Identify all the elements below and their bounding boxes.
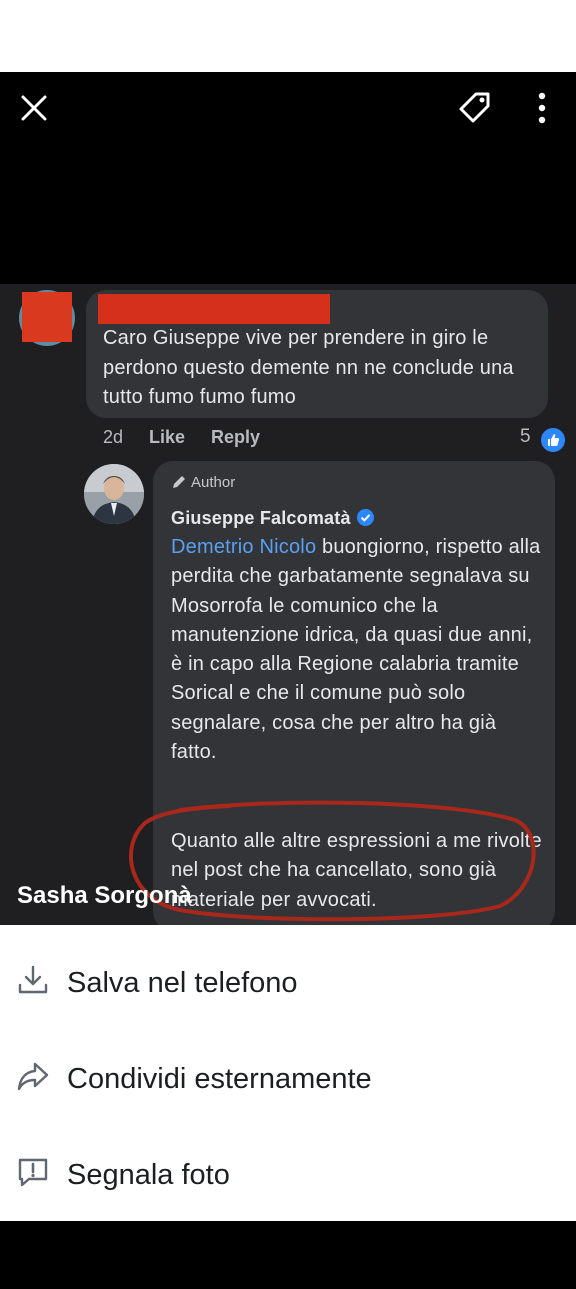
verified-icon: [356, 509, 374, 526]
like-reaction-icon: [541, 428, 565, 452]
viewer-topbar: [0, 72, 576, 142]
mention-link: Demetrio Nicolo: [171, 536, 317, 558]
reply-author-name: Giuseppe Falcomatà: [171, 508, 374, 529]
tag-icon[interactable]: [457, 90, 493, 126]
report-photo-label: Segnala foto: [67, 1159, 230, 1191]
avatar-redaction: [22, 292, 72, 342]
share-externally-label: Condividi esternamente: [67, 1063, 372, 1095]
reply-text: Demetrio Nicolo buongiorno, rispetto all…: [171, 533, 547, 767]
author-badge: Author: [171, 474, 235, 491]
share-icon: [16, 1059, 50, 1093]
report-photo-item[interactable]: Segnala foto: [0, 1123, 576, 1219]
close-icon[interactable]: [16, 90, 52, 126]
save-to-phone-label: Salva nel telefono: [67, 967, 298, 999]
author-avatar: [84, 464, 144, 524]
author-badge-label: Author: [191, 474, 236, 491]
report-icon: [16, 1155, 50, 1189]
comment-text: Caro Giuseppe vive per prendere in giro …: [103, 327, 514, 408]
photo-viewer: Caro Giuseppe vive per prendere in giro …: [0, 72, 576, 925]
save-to-phone-item[interactable]: Salva nel telefono: [0, 931, 576, 1027]
share-externally-item[interactable]: Condividi esternamente: [0, 1027, 576, 1123]
pencil-icon: [173, 476, 185, 488]
name-redaction: [98, 294, 330, 324]
reply-link: Reply: [211, 427, 261, 447]
reply-author-name-text: Giuseppe Falcomatà: [171, 508, 351, 528]
reply-body: buongiorno, rispetto alla perdita che ga…: [171, 536, 541, 764]
comment-time: 2d: [103, 427, 124, 447]
action-sheet: Salva nel telefono Condividi esternament…: [0, 925, 576, 1221]
photo-caption: Sasha Sorgonà: [17, 882, 192, 909]
more-vertical-icon[interactable]: [524, 90, 560, 126]
like-link: Like: [149, 427, 186, 447]
navigation-bar: [0, 1221, 576, 1289]
status-bar: [0, 0, 576, 72]
download-icon: [16, 963, 50, 997]
reaction-count: 5: [520, 426, 531, 447]
photo-image: Caro Giuseppe vive per prendere in giro …: [0, 284, 576, 925]
